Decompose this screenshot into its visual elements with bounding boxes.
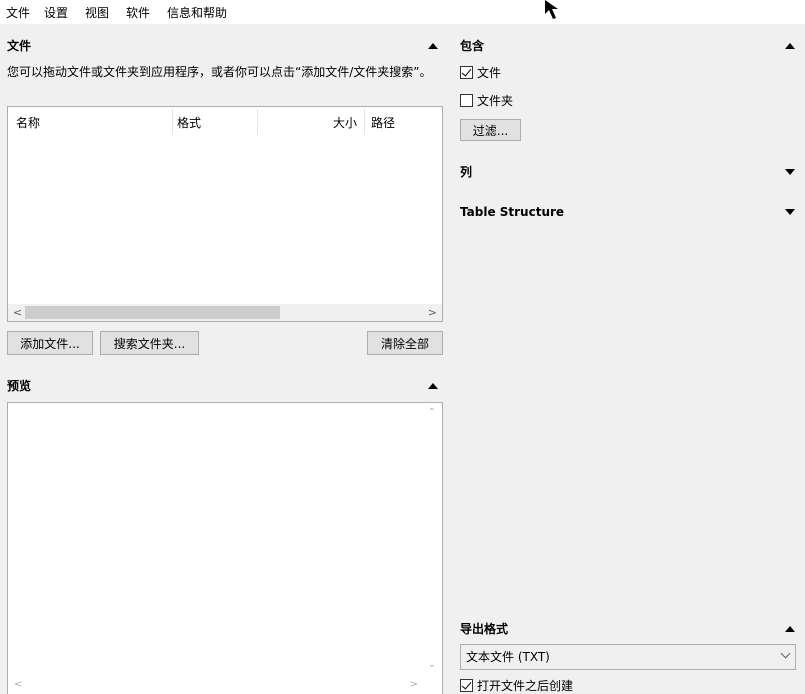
files-collapse-icon[interactable] <box>428 43 438 49</box>
scroll-up-icon[interactable]: ⌃ <box>428 407 436 418</box>
scroll-left-icon[interactable]: < <box>14 679 22 690</box>
column-header-size[interactable]: 大小 <box>333 115 357 131</box>
column-separator[interactable] <box>364 109 365 135</box>
include-file-checkbox[interactable] <box>460 66 473 79</box>
export-format-value: 文本文件 (TXT) <box>466 650 550 664</box>
menu-bar: 文件 设置 视图 软件 信息和帮助 <box>0 0 805 24</box>
filter-button[interactable]: 过滤... <box>460 119 521 141</box>
include-folder-label: 文件夹 <box>477 94 514 108</box>
horizontal-scrollbar[interactable]: < > <box>8 304 442 321</box>
scroll-right-icon[interactable]: > <box>428 305 437 320</box>
file-list[interactable]: 名称 格式 大小 路径 < > <box>7 106 443 322</box>
chevron-down-icon <box>780 648 791 659</box>
search-folder-button[interactable]: 搜索文件夹... <box>100 331 199 355</box>
preview-area[interactable]: ⌃ ⌄ < > <box>7 402 443 694</box>
include-file-label: 文件 <box>477 66 502 80</box>
scroll-left-icon[interactable]: < <box>13 305 22 320</box>
export-collapse-icon[interactable] <box>785 626 795 632</box>
columns-expand-icon[interactable] <box>785 169 795 175</box>
files-description: 您可以拖动文件或文件夹到应用程序，或者你可以点击“添加文件/文件夹搜索”。 <box>7 65 432 79</box>
open-after-create-label: 打开文件之后创建 <box>477 679 574 693</box>
open-after-create-checkbox[interactable] <box>460 679 473 692</box>
include-collapse-icon[interactable] <box>785 43 795 49</box>
include-folder-checkbox[interactable] <box>460 94 473 107</box>
files-section-title: 文件 <box>7 39 32 53</box>
add-file-button[interactable]: 添加文件... <box>7 331 93 355</box>
menu-settings[interactable]: 设置 <box>44 5 68 21</box>
table-structure-title: Table Structure <box>460 205 565 219</box>
menu-view[interactable]: 视图 <box>85 5 109 21</box>
preview-section-title: 预览 <box>7 379 32 393</box>
columns-section-title: 列 <box>460 165 473 179</box>
column-header-name[interactable]: 名称 <box>16 115 40 131</box>
include-section-title: 包含 <box>460 39 485 53</box>
column-header-format[interactable]: 格式 <box>177 115 201 131</box>
export-section-title: 导出格式 <box>460 622 509 636</box>
menu-software[interactable]: 软件 <box>126 5 150 21</box>
preview-collapse-icon[interactable] <box>428 383 438 389</box>
menu-file[interactable]: 文件 <box>6 5 30 21</box>
scrollbar-thumb[interactable] <box>25 306 280 319</box>
export-format-select[interactable]: 文本文件 (TXT) <box>460 644 796 670</box>
mouse-cursor-icon <box>545 0 558 19</box>
scroll-right-icon[interactable]: > <box>410 679 418 690</box>
clear-all-button[interactable]: 清除全部 <box>367 331 443 355</box>
menu-info-help[interactable]: 信息和帮助 <box>167 5 227 21</box>
table-structure-expand-icon[interactable] <box>785 209 795 215</box>
column-header-path[interactable]: 路径 <box>371 115 395 131</box>
scroll-down-icon[interactable]: ⌄ <box>428 659 436 670</box>
column-separator[interactable] <box>172 109 173 135</box>
column-separator[interactable] <box>257 109 258 135</box>
